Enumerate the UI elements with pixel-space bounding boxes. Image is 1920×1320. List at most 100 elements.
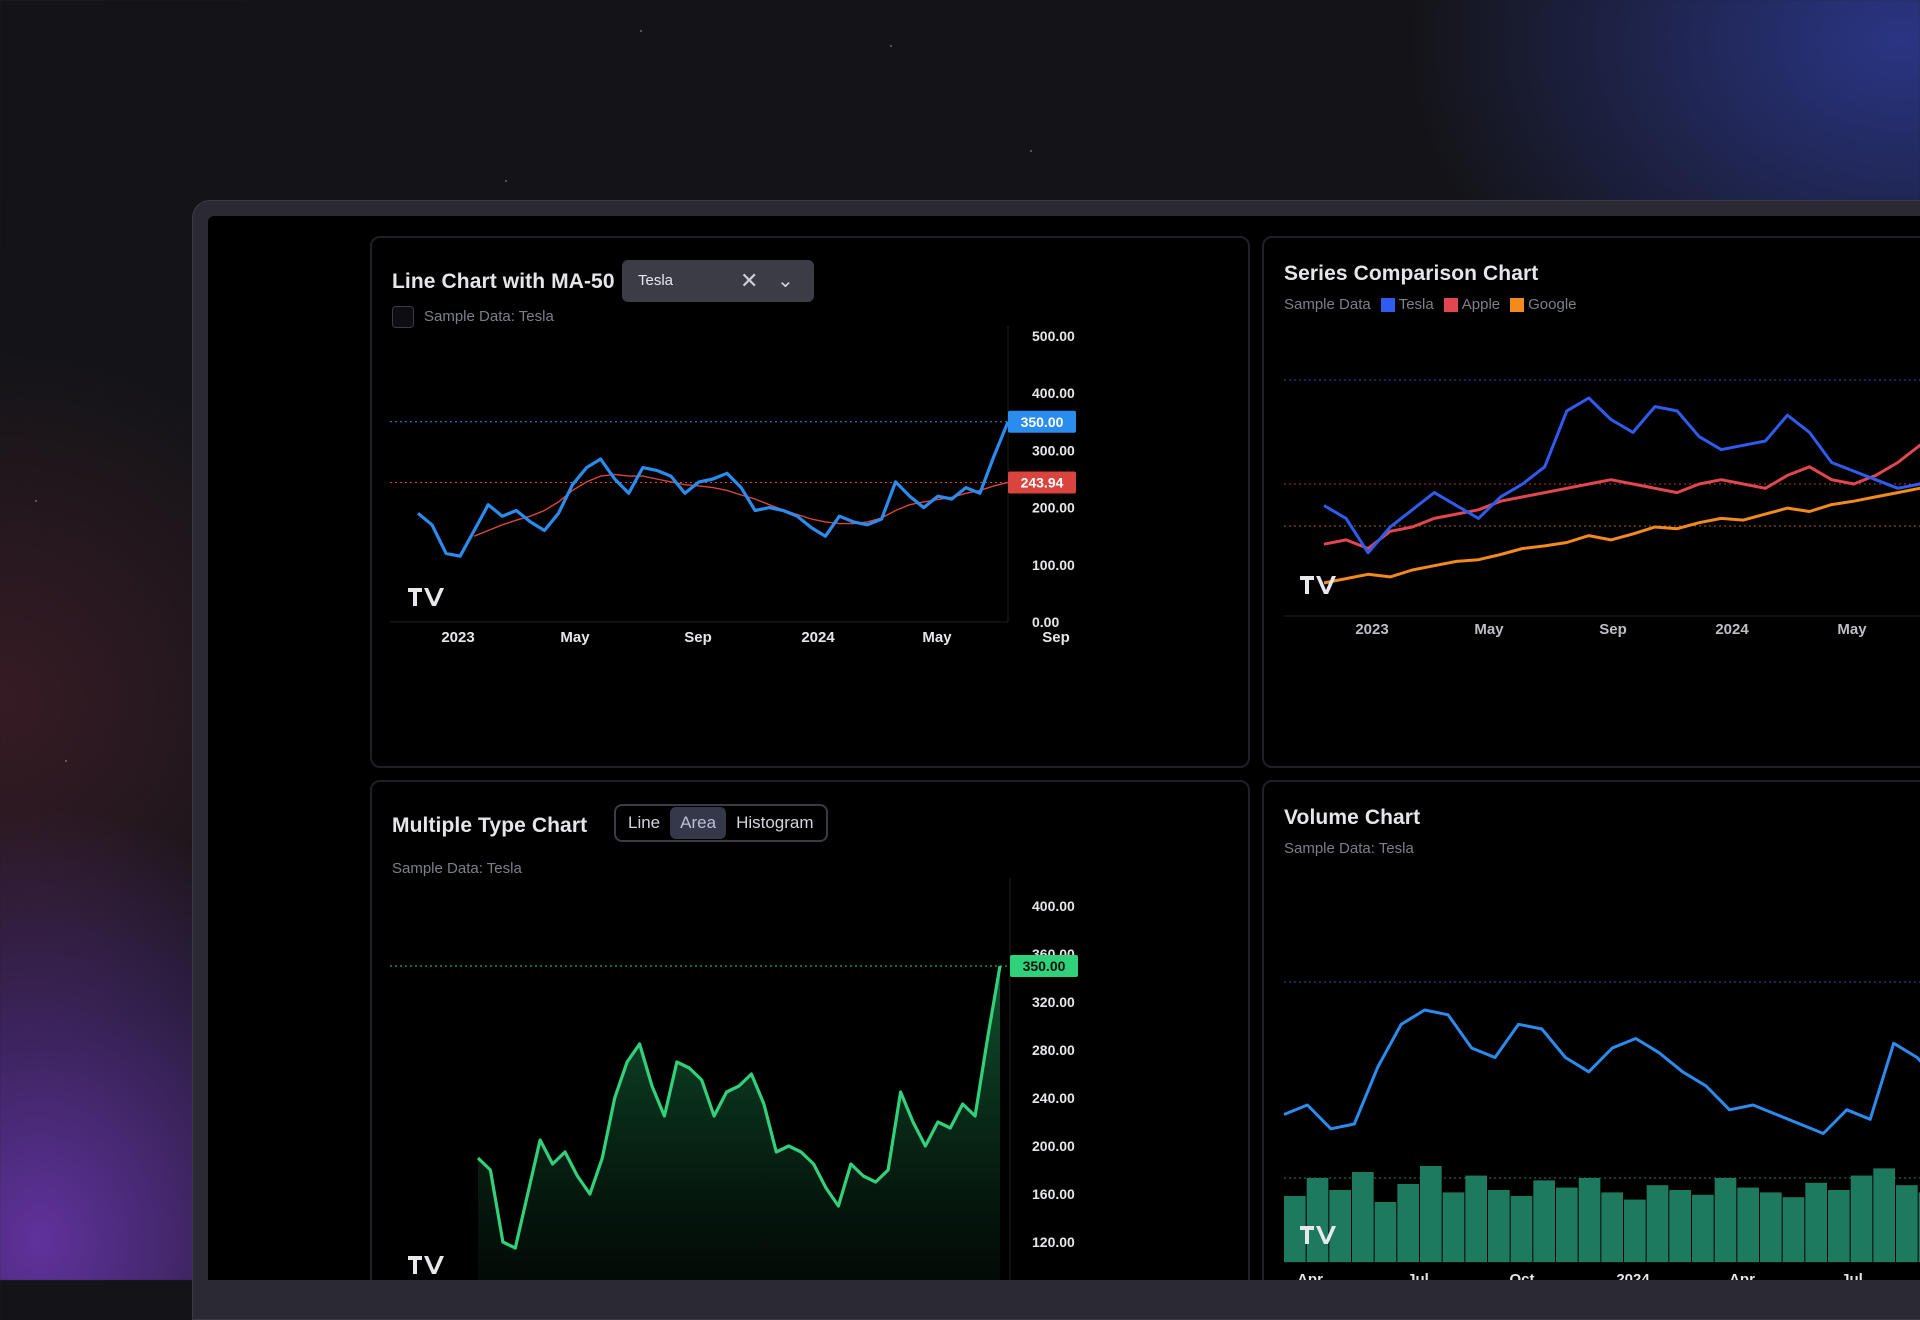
panel-title: Multiple Type Chart [392, 814, 588, 837]
x-tick-label: May [1837, 621, 1867, 638]
volume-bar [1374, 1202, 1397, 1262]
volume-bar [1420, 1166, 1442, 1262]
volume-bar [1760, 1192, 1782, 1262]
panel-title: Line Chart with MA-50 [392, 270, 615, 293]
select-value: Tesla [638, 272, 674, 289]
panel-subtitle: Sample Data: Tesla [424, 308, 554, 325]
volume-bar [1669, 1190, 1691, 1262]
volume-bar [1556, 1187, 1578, 1262]
comparison-chart[interactable]: 2023 May Sep 2024 May [1264, 326, 1920, 766]
price-line [416, 421, 1010, 558]
y-tick-label: 400.00 [1032, 385, 1075, 401]
y-tick-label: 400.00 [1032, 898, 1075, 914]
x-tick-label: May [1474, 621, 1504, 638]
volume-bar [1510, 1196, 1533, 1262]
area-fill [478, 966, 1000, 1280]
x-tick-label: Sep [1042, 629, 1070, 646]
clear-icon[interactable]: ✕ [740, 268, 758, 294]
x-tick-label: Apr [1297, 1271, 1323, 1280]
legend-swatch-apple [1443, 297, 1458, 312]
legend-swatch-google [1510, 297, 1525, 312]
volume-bar [1692, 1194, 1714, 1262]
x-tick-label: Jul [1841, 1271, 1863, 1280]
star [1030, 150, 1032, 152]
comparison-chart-panel: Series Comparison Chart Sample Data Tesl… [1262, 236, 1920, 768]
line-ma-chart[interactable]: 500.00 400.00 300.00 200.00 100.00 0.00 350.00… [372, 326, 1248, 766]
chart-legend: Sample Data Tesla Apple Google [1284, 296, 1577, 313]
last-value-label: 350.00 [1021, 414, 1064, 430]
y-tick-label: 280.00 [1032, 1042, 1075, 1058]
volume-bar [1352, 1172, 1374, 1262]
y-tick-label: 0.00 [1032, 614, 1059, 630]
x-tick-label: 2024 [1715, 621, 1749, 638]
x-tick-label: 2024 [1616, 1271, 1650, 1280]
volume-bar [1533, 1180, 1555, 1262]
star [890, 45, 892, 47]
app-screen: Line Chart with MA-50 Tesla ✕ ⌄ Sample D… [208, 216, 1920, 1280]
x-tick-label: May [922, 629, 952, 646]
volume-bar [1397, 1184, 1419, 1262]
x-tick-label: Oct [1509, 1271, 1534, 1280]
volume-bar [1624, 1199, 1646, 1262]
chart-type-toggle: Line Area Histogram [614, 804, 828, 842]
chevron-down-icon[interactable]: ⌄ [777, 268, 794, 293]
y-tick-label: 200.00 [1032, 1138, 1075, 1154]
volume-bar [1896, 1185, 1918, 1262]
tab-area[interactable]: Area [670, 807, 727, 839]
multiple-type-chart-panel: Multiple Type Chart Line Area Histogram … [370, 780, 1250, 1280]
tradingview-logo [408, 1256, 444, 1274]
area-chart[interactable]: 400.00360.00320.00280.00240.00200.00160.… [372, 878, 1248, 1280]
panel-title: Series Comparison Chart [1284, 262, 1539, 285]
volume-bar [1850, 1175, 1873, 1262]
star [35, 500, 37, 502]
ma-value-label: 243.94 [1021, 474, 1064, 490]
volume-chart-panel: Volume Chart Sample Data: Tesla Apr Jul Oc… [1262, 780, 1920, 1280]
legend-swatch-tesla [1380, 297, 1395, 312]
volume-bar [1805, 1182, 1827, 1262]
panel-subtitle: Sample Data: Tesla [392, 860, 522, 877]
volume-bar [1782, 1197, 1805, 1262]
star [65, 760, 67, 762]
y-tick-label: 500.00 [1032, 328, 1075, 344]
volume-bar [1442, 1192, 1465, 1262]
tab-histogram[interactable]: Histogram [726, 807, 823, 839]
line-chart-panel: Line Chart with MA-50 Tesla ✕ ⌄ Sample D… [370, 236, 1250, 768]
star [505, 180, 507, 182]
x-tick-label: 2023 [1355, 621, 1388, 638]
volume-bar [1646, 1185, 1669, 1262]
apple-line [1323, 443, 1920, 550]
volume-bar [1578, 1178, 1601, 1262]
y-tick-label: 100.00 [1032, 557, 1075, 573]
star [640, 30, 642, 32]
tradingview-logo [408, 588, 444, 606]
y-tick-label: 300.00 [1032, 442, 1075, 458]
volume-bar [1465, 1175, 1487, 1262]
volume-bar [1601, 1192, 1623, 1262]
volume-bar [1828, 1190, 1850, 1262]
y-tick-label: 120.00 [1032, 1234, 1075, 1250]
volume-bar [1873, 1168, 1895, 1262]
y-tick-label: 320.00 [1032, 994, 1075, 1010]
legend-label-google: Google [1528, 296, 1577, 313]
legend-label-tesla: Tesla [1398, 296, 1434, 313]
tesla-line [1323, 396, 1920, 555]
volume-bar [1737, 1187, 1759, 1262]
panel-title: Volume Chart [1284, 806, 1421, 829]
x-tick-label: Sep [1599, 621, 1627, 638]
x-tick-label: 2024 [801, 629, 835, 646]
x-tick-label: May [560, 629, 590, 646]
volume-chart[interactable]: Apr Jul Oct 2024 Apr Jul [1264, 866, 1920, 1280]
volume-bar [1488, 1190, 1510, 1262]
legend-label-apple: Apple [1461, 296, 1501, 313]
price-line [1283, 1008, 1920, 1135]
x-tick-label: 2023 [441, 629, 474, 646]
symbol-select[interactable]: Tesla ✕ ⌄ [622, 260, 814, 302]
tradingview-logo [1300, 576, 1336, 594]
tab-line[interactable]: Line [618, 807, 670, 839]
series-checkbox[interactable] [392, 306, 414, 328]
x-tick-label: Jul [1407, 1271, 1429, 1280]
volume-bar [1306, 1178, 1329, 1262]
y-tick-label: 240.00 [1032, 1090, 1075, 1106]
volume-bar [1714, 1178, 1737, 1262]
x-tick-label: Apr [1729, 1271, 1755, 1280]
